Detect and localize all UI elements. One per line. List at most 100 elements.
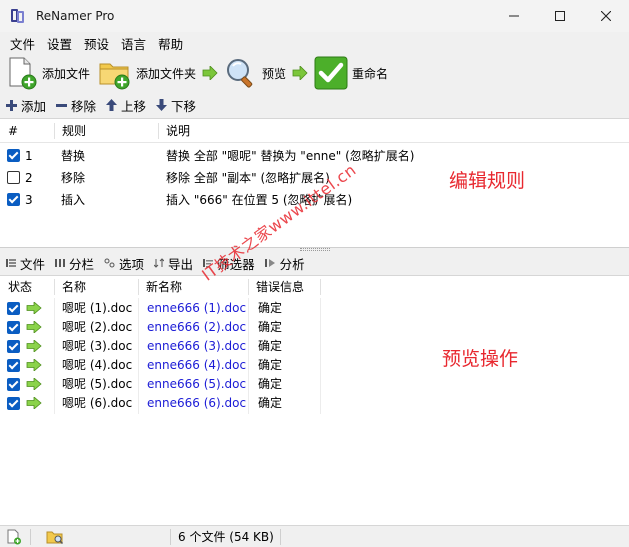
rules-col-number[interactable]: # <box>8 119 18 143</box>
file-error: 确定 <box>258 377 283 391</box>
window-title: ReNamer Pro <box>36 9 115 23</box>
add-files-button[interactable]: 添加文件 <box>6 55 90 91</box>
rename-label: 重命名 <box>352 66 389 81</box>
files-col-status[interactable]: 状态 <box>8 276 32 298</box>
add-folder-icon <box>99 63 130 90</box>
rule-checkbox[interactable] <box>7 149 20 162</box>
rule-name: 插入 <box>61 193 86 207</box>
analyze-menu-label: 分析 <box>279 256 305 272</box>
file-checkbox[interactable] <box>7 397 20 410</box>
status-bar: 6 个文件 (54 KB) <box>0 525 629 547</box>
rules-col-description[interactable]: 说明 <box>166 119 190 143</box>
add-rule-label: 添加 <box>21 98 47 114</box>
move-up-button[interactable]: 上移 <box>106 96 146 115</box>
annotation-preview-action: 预览操作 <box>442 348 519 370</box>
arrow-right-icon <box>292 66 308 80</box>
panel-splitter[interactable] <box>300 248 330 251</box>
status-arrow-icon <box>26 359 42 371</box>
file-error: 确定 <box>258 358 283 372</box>
add-file-icon <box>9 57 37 90</box>
menu-bar: 文件 设置 预设 语言 帮助 <box>0 32 629 54</box>
file-checkbox[interactable] <box>7 321 20 334</box>
files-col-name[interactable]: 名称 <box>62 276 86 298</box>
move-up-label: 上移 <box>121 98 147 114</box>
options-menu-button[interactable]: 选项 <box>104 254 144 273</box>
file-checkbox[interactable] <box>7 340 20 353</box>
plus-icon <box>6 99 17 111</box>
rename-button[interactable]: 重命名 <box>314 55 388 91</box>
file-checkbox[interactable] <box>7 359 20 372</box>
arrow-up-icon <box>106 99 118 111</box>
file-new-name: enne666 (3).doc <box>147 339 247 353</box>
columns-menu-button[interactable]: 分栏 <box>55 254 94 273</box>
remove-rule-label: 移除 <box>71 98 97 114</box>
status-arrow-icon <box>26 340 42 352</box>
file-error: 确定 <box>258 301 283 315</box>
rules-col-rule[interactable]: 规则 <box>62 119 86 143</box>
file-name: 嗯呢 (3).doc <box>62 339 133 353</box>
arrow-right-icon <box>202 66 218 80</box>
file-new-name: enne666 (2).doc <box>147 320 247 334</box>
add-files-label: 添加文件 <box>42 66 91 81</box>
add-rule-button[interactable]: 添加 <box>6 96 46 115</box>
maximize-button[interactable] <box>537 0 583 32</box>
rule-name: 替换 <box>61 149 86 163</box>
menu-help[interactable]: 帮助 <box>152 34 189 53</box>
rule-number: 1 <box>25 149 33 163</box>
check-icon <box>314 56 348 90</box>
minimize-button[interactable] <box>491 0 537 32</box>
minimize-icon <box>509 15 519 17</box>
status-arrow-icon <box>26 397 42 409</box>
add-folders-button[interactable]: 添加文件夹 <box>98 55 196 91</box>
main-toolbar: 添加文件 添加文件夹 预览 重命名 <box>0 54 629 92</box>
files-col-new-name[interactable]: 新名称 <box>146 276 182 298</box>
file-row[interactable]: 嗯呢 (6).doc enne666 (6).doc 确定 <box>0 394 629 413</box>
preview-button[interactable]: 预览 <box>224 55 286 91</box>
file-error: 确定 <box>258 320 283 334</box>
menu-settings[interactable]: 设置 <box>41 34 78 53</box>
analyze-icon <box>264 259 275 267</box>
file-new-name: enne666 (4).doc <box>147 358 247 372</box>
file-row[interactable]: 嗯呢 (2).doc enne666 (2).doc 确定 <box>0 318 629 337</box>
options-icon <box>104 258 115 268</box>
rules-toolbar: 添加 移除 上移 下移 <box>0 94 629 116</box>
file-row[interactable]: 嗯呢 (3).doc enne666 (3).doc 确定 <box>0 337 629 356</box>
file-checkbox[interactable] <box>7 302 20 315</box>
files-menu-button[interactable]: 文件 <box>6 254 45 273</box>
file-row[interactable]: 嗯呢 (4).doc enne666 (4).doc 确定 <box>0 356 629 375</box>
rule-row[interactable]: 1 替换 替换 全部 "嗯呢" 替换为 "enne" (忽略扩展名) <box>0 145 629 167</box>
annotation-edit-rules: 编辑规则 <box>449 170 526 192</box>
file-name: 嗯呢 (6).doc <box>62 396 133 410</box>
files-col-error[interactable]: 错误信息 <box>256 276 304 298</box>
arrow-down-icon <box>156 99 168 111</box>
move-down-label: 下移 <box>171 98 197 114</box>
remove-rule-button[interactable]: 移除 <box>56 96 96 115</box>
file-row[interactable]: 嗯呢 (1).doc enne666 (1).doc 确定 <box>0 299 629 318</box>
file-new-name: enne666 (6).doc <box>147 396 247 410</box>
files-toolbar: 文件 分栏 选项 导出 筛选器 分析 <box>0 252 629 274</box>
menu-language[interactable]: 语言 <box>115 34 152 53</box>
rule-checkbox[interactable] <box>7 193 20 206</box>
file-checkbox[interactable] <box>7 378 20 391</box>
file-name: 嗯呢 (1).doc <box>62 301 133 315</box>
export-icon <box>154 258 165 268</box>
close-button[interactable] <box>583 0 629 32</box>
columns-icon <box>55 259 66 267</box>
status-arrow-icon <box>26 378 42 390</box>
analyze-menu-button[interactable]: 分析 <box>264 254 305 273</box>
rule-checkbox[interactable] <box>7 171 20 184</box>
export-menu-label: 导出 <box>168 256 194 272</box>
folder-search-icon[interactable] <box>46 529 64 545</box>
export-menu-button[interactable]: 导出 <box>154 254 193 273</box>
menu-presets[interactable]: 预设 <box>78 34 115 53</box>
close-icon <box>601 11 611 21</box>
rule-description: 替换 全部 "嗯呢" 替换为 "enne" (忽略扩展名) <box>166 149 415 163</box>
move-down-button[interactable]: 下移 <box>156 96 196 115</box>
magnifier-icon <box>227 59 253 88</box>
menu-file[interactable]: 文件 <box>4 34 41 53</box>
title-bar: ReNamer Pro <box>0 0 629 32</box>
file-row[interactable]: 嗯呢 (5).doc enne666 (5).doc 确定 <box>0 375 629 394</box>
file-error: 确定 <box>258 396 283 410</box>
add-file-small-icon[interactable] <box>6 529 22 545</box>
renamer-app-icon <box>10 8 26 24</box>
